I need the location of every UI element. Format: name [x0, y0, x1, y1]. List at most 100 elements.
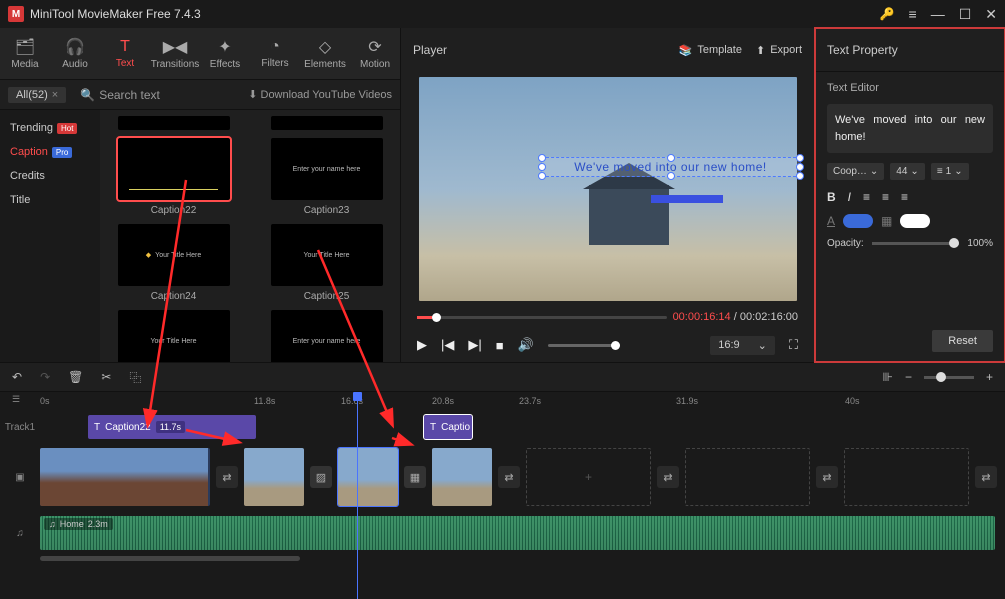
text-overlay[interactable]: We've moved into our new home! — [541, 157, 801, 177]
caption-thumb-caption25[interactable]: Your Title Here — [271, 224, 383, 286]
caption-thumb-caption23[interactable]: Enter your name here — [271, 138, 383, 200]
add-clip-placeholder[interactable] — [844, 448, 969, 506]
download-youtube-link[interactable]: ⬇ Download YouTube Videos — [248, 88, 392, 101]
text-clip[interactable]: TCaption2211.7s — [88, 415, 256, 439]
fullscreen-button[interactable]: ⛶ — [789, 337, 798, 353]
bold-button[interactable]: B — [827, 190, 836, 204]
text-clip[interactable]: TCaptio — [424, 415, 472, 439]
text-editor-input[interactable]: We've moved into our new home! — [827, 104, 993, 153]
timecode: 00:00:16:14 / 00:02:16:00 — [673, 311, 798, 323]
play-button[interactable]: ▶ — [417, 337, 427, 353]
crop-button[interactable]: ⿻ — [129, 369, 141, 386]
opacity-value: 100% — [967, 238, 993, 249]
align-right-button[interactable]: ≡ — [901, 190, 908, 204]
stop-button[interactable]: ■ — [496, 338, 504, 353]
transition-slot[interactable]: ⇄ — [816, 466, 838, 488]
zoom-slider[interactable] — [924, 376, 974, 379]
caption-thumb-caption1[interactable]: Your Title Here — [118, 310, 230, 362]
transition-slot[interactable]: ▦ — [404, 466, 426, 488]
seek-slider[interactable] — [417, 316, 667, 319]
sidebar-item-trending[interactable]: TrendingHot — [0, 116, 100, 140]
undo-button[interactable]: ↶ — [12, 370, 22, 384]
add-clip-placeholder[interactable] — [685, 448, 810, 506]
menu-icon[interactable]: ≡ — [909, 6, 917, 22]
redo-button[interactable]: ↷ — [40, 370, 50, 384]
tab-text[interactable]: TText — [100, 28, 150, 79]
line-height-icon: ≡ — [937, 166, 943, 177]
template-button[interactable]: 📚Template — [679, 44, 742, 57]
font-family-select[interactable]: Coop… ⌄ — [827, 163, 884, 180]
reset-button[interactable]: Reset — [932, 330, 993, 352]
tab-effects[interactable]: ✦Effects — [200, 28, 250, 79]
search-input[interactable]: 🔍 Search text — [80, 88, 248, 102]
next-frame-button[interactable]: ▶| — [468, 337, 481, 353]
font-size-select[interactable]: 44 ⌄ — [890, 163, 925, 180]
key-icon[interactable]: 🔑 — [880, 7, 895, 21]
export-button[interactable]: ⬆Export — [756, 44, 802, 57]
text-color-swatch[interactable] — [843, 214, 873, 228]
track1-label: Track1 — [0, 422, 40, 433]
ruler-tick: 20.8s — [432, 396, 454, 406]
align-left-button[interactable]: ≡ — [863, 190, 870, 204]
transition-slot[interactable]: ▨ — [310, 466, 332, 488]
transition-slot[interactable]: ⇄ — [498, 466, 520, 488]
app-title: MiniTool MovieMaker Free 7.4.3 — [30, 7, 880, 21]
zoom-out-button[interactable]: − — [905, 370, 912, 384]
minimize-button[interactable]: — — [931, 6, 945, 22]
ruler-icon: ☰ — [12, 394, 20, 405]
tab-media[interactable]: 🗂Media — [0, 28, 50, 79]
transition-slot[interactable]: ⇄ — [216, 466, 238, 488]
caption-thumb-caption2[interactable]: Enter your name here — [271, 310, 383, 362]
video-clip[interactable] — [432, 448, 492, 506]
tab-motion[interactable]: ⟳Motion — [350, 28, 400, 79]
split-button[interactable]: ✂ — [101, 370, 111, 384]
ruler-tick: 0s — [40, 396, 50, 406]
zoom-in-button[interactable]: + — [986, 370, 993, 384]
caption-label: Caption24 — [151, 291, 197, 302]
media-icon: 🗂 — [15, 37, 35, 57]
text-icon: T — [120, 38, 130, 56]
timeline-settings-icon[interactable]: ⊪ — [883, 370, 893, 384]
video-clip[interactable] — [40, 448, 210, 506]
caption-thumb-caption24[interactable]: ◆Your Title Here — [118, 224, 230, 286]
timeline-scrollbar[interactable] — [40, 556, 300, 561]
tab-audio[interactable]: 🎧Audio — [50, 28, 100, 79]
add-clip-placeholder[interactable]: + — [526, 448, 651, 506]
video-clip[interactable] — [338, 448, 398, 506]
video-preview[interactable]: We've moved into our new home! — [419, 77, 797, 301]
caption-thumb-caption20[interactable] — [118, 116, 230, 130]
motion-icon: ⟳ — [368, 37, 381, 57]
transition-slot[interactable]: ⇄ — [657, 466, 679, 488]
prev-frame-button[interactable]: |◀ — [441, 337, 454, 353]
italic-button[interactable]: I — [848, 190, 851, 204]
maximize-button[interactable]: ☐ — [959, 6, 972, 23]
tab-elements[interactable]: ◇Elements — [300, 28, 350, 79]
caption-thumb-caption21[interactable] — [271, 116, 383, 130]
opacity-label: Opacity: — [827, 238, 864, 249]
ruler-tick: 40s — [845, 396, 860, 406]
caption-thumb-caption22[interactable] — [118, 138, 230, 200]
volume-slider[interactable] — [548, 344, 620, 347]
caption-label: Caption25 — [304, 291, 350, 302]
chevron-down-icon: ⌄ — [758, 339, 767, 352]
audio-clip[interactable]: ♫ Home 2.3m — [40, 516, 995, 550]
sidebar-item-caption[interactable]: CaptionPro — [0, 140, 100, 164]
align-center-button[interactable]: ≡ — [882, 190, 889, 204]
tab-filters[interactable]: ◔Filters — [250, 28, 300, 79]
transition-slot[interactable]: ⇄ — [975, 466, 997, 488]
video-clip[interactable] — [244, 448, 304, 506]
video-track-icon: ▣ — [0, 472, 40, 483]
aspect-ratio-select[interactable]: 16:9⌄ — [710, 336, 775, 355]
line-height-select[interactable]: ≡ 1 ⌄ — [931, 163, 969, 180]
delete-button[interactable]: 🗑 — [68, 370, 83, 384]
close-button[interactable]: ✕ — [985, 6, 997, 23]
text-property-title: Text Property — [815, 28, 1005, 72]
tab-transitions[interactable]: ▶◀Transitions — [150, 28, 200, 79]
library-count-chip[interactable]: All(52)× — [8, 87, 66, 103]
sidebar-item-credits[interactable]: Credits — [0, 164, 100, 188]
bg-color-swatch[interactable] — [900, 214, 930, 228]
transitions-icon: ▶◀ — [163, 37, 188, 57]
volume-icon[interactable]: 🔊 — [518, 337, 534, 353]
sidebar-item-title[interactable]: Title — [0, 188, 100, 212]
opacity-slider[interactable] — [872, 242, 960, 245]
